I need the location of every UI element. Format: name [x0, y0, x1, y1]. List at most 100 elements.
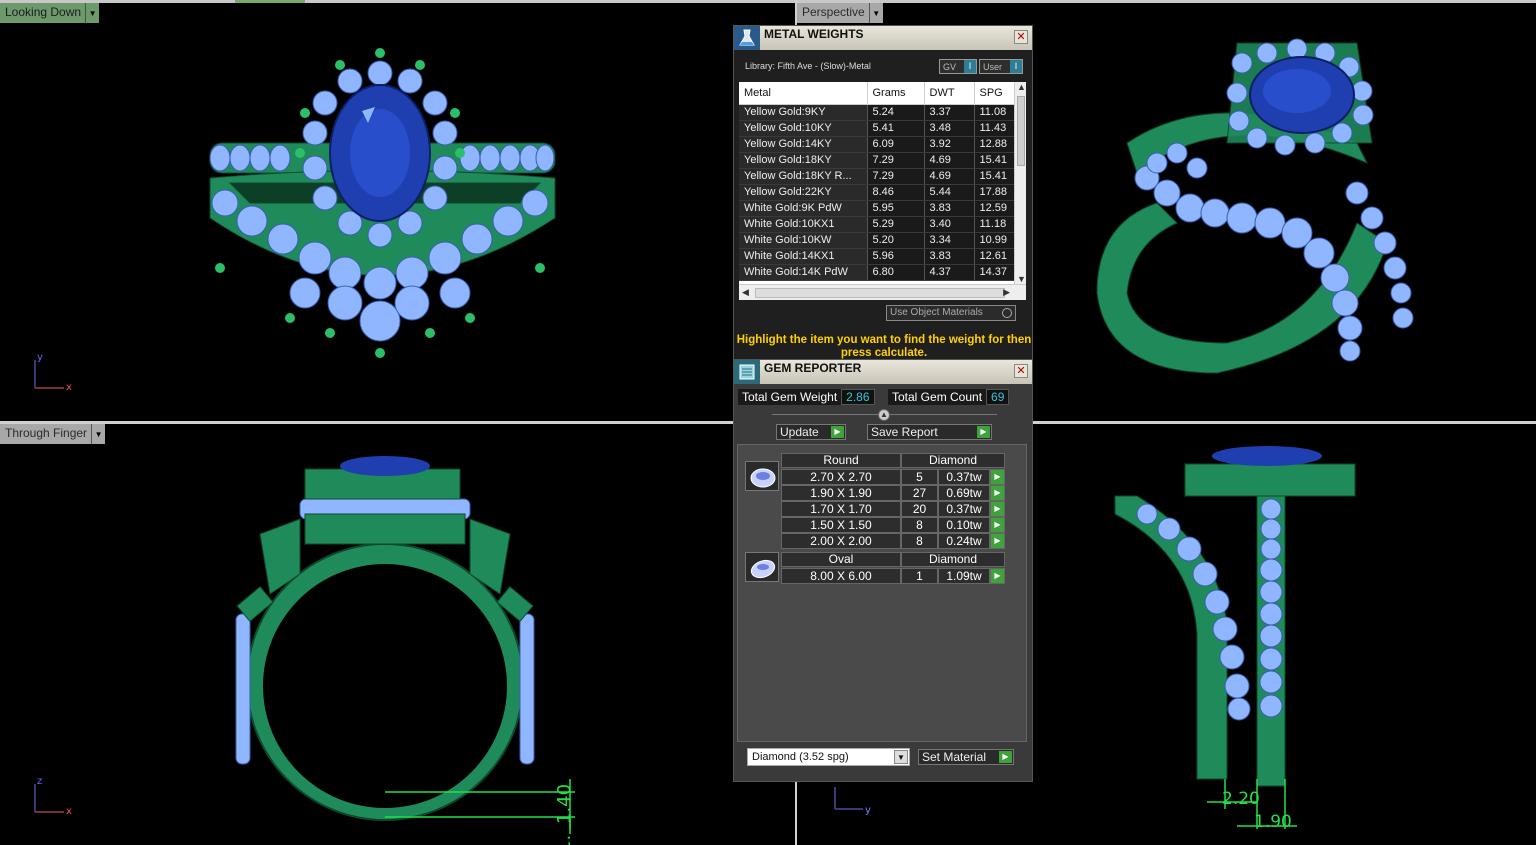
horizontal-scrollbar[interactable]: ◀ ▶: [739, 284, 1026, 300]
axis-x-label: x: [66, 806, 72, 817]
viewport-through-finger[interactable]: 1.40 1. z x Through Finger ▼: [0, 424, 795, 845]
play-arrow-icon[interactable]: ▶: [990, 517, 1005, 533]
grams-cell: 5.24: [867, 104, 925, 121]
total-gem-count-label: Total Gem Count: [888, 389, 987, 405]
dwt-cell: 3.83: [924, 200, 975, 217]
scrollbar-thumb[interactable]: [1017, 96, 1025, 166]
ring-top-view: y x: [34, 48, 556, 393]
gem-shape-label: Round: [781, 453, 901, 468]
metal-cell: White Gold:10KW: [739, 232, 868, 249]
dimension-1-40: 1.40: [554, 784, 575, 824]
gem-group-header: Round Diamond: [781, 453, 1005, 468]
chevron-down-icon[interactable]: ▼: [91, 424, 106, 444]
play-arrow-icon[interactable]: ▶: [990, 469, 1005, 485]
set-material-button[interactable]: Set Material ▶: [918, 749, 1014, 765]
viewport-label-perspective[interactable]: Perspective ▼: [797, 3, 883, 23]
scroll-up-icon[interactable]: ▲: [1017, 82, 1026, 92]
play-arrow-icon[interactable]: ▶: [990, 485, 1005, 501]
column-header-spg[interactable]: SPG: [974, 82, 1015, 105]
metal-weights-table[interactable]: Metal Grams DWT SPG Yellow Gold:9KY 5.24 3…: [739, 82, 1026, 300]
chevron-down-icon[interactable]: ▼: [894, 750, 908, 764]
metal-cell: Yellow Gold:14KY: [739, 136, 868, 153]
collapse-knob-icon[interactable]: ▲: [878, 409, 890, 421]
grams-cell: 7.29: [867, 168, 925, 185]
dwt-cell: 4.69: [924, 168, 975, 185]
gem-row[interactable]: 2.00 X 2.00 8 0.24tw ▶: [781, 533, 1005, 549]
oval-gem-icon[interactable]: [745, 552, 779, 582]
table-row[interactable]: Yellow Gold:14KY 6.09 3.92 12.88: [739, 136, 1015, 153]
grams-cell: 5.41: [867, 120, 925, 137]
gem-row[interactable]: 1.70 X 1.70 20 0.37tw ▶: [781, 501, 1005, 517]
radio-icon[interactable]: [1002, 308, 1012, 318]
gem-size: 2.00 X 2.00: [781, 533, 901, 549]
chevron-down-icon[interactable]: ▼: [868, 3, 883, 23]
round-gem-icon[interactable]: [745, 461, 779, 491]
gv-toggle-label: GV: [943, 61, 957, 72]
play-arrow-icon[interactable]: ▶: [990, 568, 1005, 584]
axis-y-label: y: [865, 805, 871, 816]
gem-weight: 0.10tw: [938, 517, 990, 533]
gv-toggle[interactable]: GV I: [939, 59, 977, 74]
toggle-knob: I: [964, 60, 976, 73]
spg-cell: 10.99: [974, 232, 1015, 249]
total-gem-weight-label: Total Gem Weight: [738, 389, 842, 405]
flask-icon: [734, 26, 760, 50]
gem-count: 27: [901, 485, 938, 501]
set-material-label: Set Material: [922, 750, 987, 764]
viewport-label-looking-down[interactable]: Looking Down ▼: [0, 3, 100, 23]
table-row[interactable]: Yellow Gold:10KY 5.41 3.48 11.43: [739, 120, 1015, 137]
viewport-name: Through Finger: [0, 424, 92, 444]
chevron-down-icon[interactable]: ▼: [85, 3, 100, 23]
gem-row[interactable]: 1.90 X 1.90 27 0.69tw ▶: [781, 485, 1005, 501]
gem-size: 2.70 X 2.70: [781, 469, 901, 485]
scroll-down-icon[interactable]: ▼: [1017, 274, 1026, 284]
table-row[interactable]: White Gold:14KX1 5.96 3.83 12.61: [739, 248, 1015, 265]
play-arrow-icon[interactable]: ▶: [990, 501, 1005, 517]
column-header-grams[interactable]: Grams: [867, 82, 925, 105]
play-arrow-icon: ▶: [831, 426, 844, 438]
panel-title: METAL WEIGHTS: [764, 27, 864, 41]
save-report-button[interactable]: Save Report ▶: [867, 424, 992, 440]
gem-row[interactable]: 8.00 X 6.00 1 1.09tw ▶: [781, 568, 1005, 584]
scroll-left-icon[interactable]: ◀: [742, 287, 749, 298]
user-toggle[interactable]: User I: [979, 59, 1023, 74]
table-row[interactable]: White Gold:14K PdW 6.80 4.37 14.37: [739, 264, 1015, 281]
scrollbar-thumb[interactable]: [755, 288, 1005, 298]
dwt-cell: 4.37: [924, 264, 975, 281]
table-row[interactable]: White Gold:10KW 5.20 3.34 10.99: [739, 232, 1015, 249]
table-row[interactable]: Yellow Gold:18KY 7.29 4.69 15.41: [739, 152, 1015, 169]
table-row[interactable]: Yellow Gold:18KY R... 7.29 4.69 15.41: [739, 168, 1015, 185]
metal-cell: White Gold:10KX1: [739, 216, 868, 233]
viewport-looking-down[interactable]: y x Looking Down ▼: [0, 3, 795, 422]
viewport-name: Looking Down: [0, 3, 86, 23]
save-report-label: Save Report: [871, 425, 938, 439]
column-header-metal[interactable]: Metal: [739, 82, 868, 105]
material-select[interactable]: Diamond (3.52 spg) ▼: [747, 748, 910, 766]
dwt-cell: 3.48: [924, 120, 975, 137]
update-button[interactable]: Update ▶: [776, 424, 846, 440]
vertical-scrollbar[interactable]: ▲ ▼: [1014, 82, 1026, 284]
gem-size: 1.70 X 1.70: [781, 501, 901, 517]
close-icon[interactable]: ✕: [1014, 364, 1028, 378]
scroll-right-icon[interactable]: ▶: [1003, 287, 1010, 298]
metal-weights-panel: METAL WEIGHTS ✕ Library: Fifth Ave - (Sl…: [733, 25, 1033, 360]
play-arrow-icon: ▶: [999, 751, 1012, 763]
total-gem-weight-value: 2.86: [841, 389, 875, 405]
metal-weights-titlebar[interactable]: METAL WEIGHTS ✕: [734, 26, 1032, 50]
column-header-dwt[interactable]: DWT: [924, 82, 975, 105]
use-object-materials-checkbox[interactable]: Use Object Materials: [886, 305, 1016, 321]
play-arrow-icon[interactable]: ▶: [990, 533, 1005, 549]
spg-cell: 12.59: [974, 200, 1015, 217]
viewport-label-through-finger[interactable]: Through Finger ▼: [0, 424, 106, 444]
metal-cell: White Gold:14KX1: [739, 248, 868, 265]
gem-row[interactable]: 2.70 X 2.70 5 0.37tw ▶: [781, 469, 1005, 485]
table-row[interactable]: Yellow Gold:22KY 8.46 5.44 17.88: [739, 184, 1015, 201]
gem-row[interactable]: 1.50 X 1.50 8 0.10tw ▶: [781, 517, 1005, 533]
table-row[interactable]: White Gold:10KX1 5.29 3.40 11.18: [739, 216, 1015, 233]
dwt-cell: 5.44: [924, 184, 975, 201]
table-row[interactable]: White Gold:9K PdW 5.95 3.83 12.59: [739, 200, 1015, 217]
gem-reporter-titlebar[interactable]: GEM REPORTER ✕: [734, 360, 1032, 384]
table-row[interactable]: Yellow Gold:9KY 5.24 3.37 11.08: [739, 104, 1015, 121]
grams-cell: 8.46: [867, 184, 925, 201]
close-icon[interactable]: ✕: [1014, 30, 1028, 44]
